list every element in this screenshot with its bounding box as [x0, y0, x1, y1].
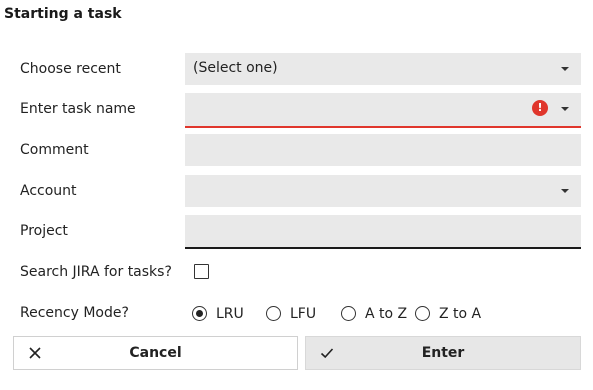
dialog-title: Starting a task [4, 6, 122, 22]
enter-button[interactable]: Enter [305, 336, 581, 370]
radio-label: LRU [216, 306, 244, 322]
cancel-button-label: Cancel [129, 345, 182, 361]
project-label: Project [20, 223, 68, 239]
radio-circle-icon [415, 306, 430, 321]
radio-label: A to Z [365, 306, 408, 322]
error-icon: ! [532, 100, 548, 116]
choose-recent-select[interactable]: (Select one) [185, 53, 581, 85]
radio-label: LFU [290, 306, 317, 322]
chevron-down-icon[interactable] [561, 107, 569, 111]
recency-mode-label: Recency Mode? [20, 305, 129, 321]
enter-button-label: Enter [421, 345, 465, 361]
comment-input[interactable] [185, 134, 581, 166]
radio-circle-icon [341, 306, 356, 321]
task-name-label: Enter task name [20, 101, 136, 117]
chevron-down-icon [561, 189, 569, 193]
cancel-button[interactable]: Cancel [13, 336, 298, 370]
radio-label: Z to A [439, 306, 482, 322]
radio-circle-icon [192, 306, 207, 321]
choose-recent-label: Choose recent [20, 61, 121, 77]
account-label: Account [20, 183, 77, 199]
radio-circle-icon [266, 306, 281, 321]
comment-label: Comment [20, 142, 89, 158]
chevron-down-icon [561, 67, 569, 71]
choose-recent-value: (Select one) [193, 60, 278, 76]
project-input[interactable] [185, 215, 581, 249]
account-select[interactable] [185, 175, 581, 207]
search-jira-label: Search JIRA for tasks? [20, 264, 172, 280]
task-name-combobox[interactable]: ! [185, 93, 581, 128]
search-jira-checkbox[interactable] [194, 264, 209, 279]
